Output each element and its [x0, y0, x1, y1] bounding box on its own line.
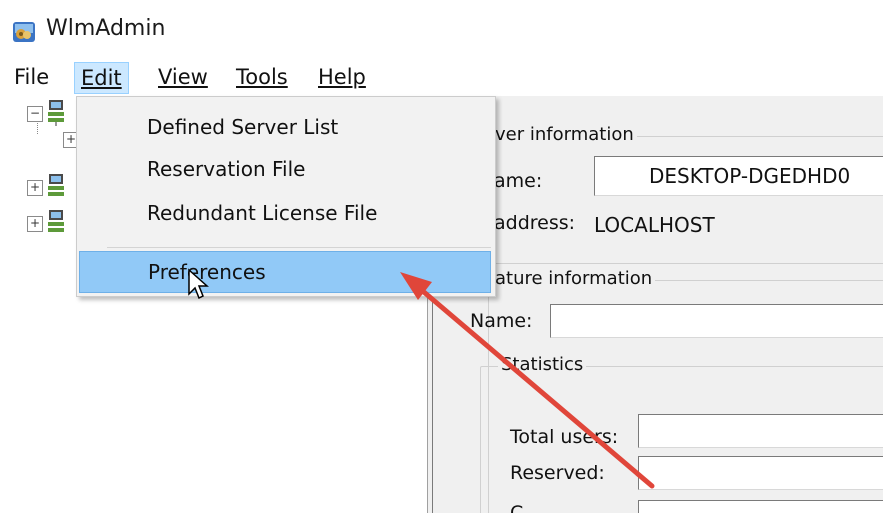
- mouse-pointer-icon: [188, 268, 209, 300]
- menu-item-preferences[interactable]: Preferences: [79, 251, 491, 293]
- menu-tools[interactable]: Tools: [230, 62, 294, 92]
- feature-name-label-text: Name:: [470, 310, 533, 332]
- edit-menu-dropdown: Defined Server List Reservation File Red…: [76, 96, 496, 297]
- server-network-icon[interactable]: [46, 174, 66, 200]
- server-network-icon[interactable]: [46, 100, 66, 126]
- menu-view[interactable]: View: [152, 62, 214, 92]
- tree-expander-expand[interactable]: +: [27, 180, 43, 196]
- server-network-icon[interactable]: [46, 210, 66, 236]
- menu-edit-label: Edit: [81, 66, 122, 90]
- feature-name-field[interactable]: [550, 304, 883, 338]
- menu-item-redundant-license-file[interactable]: Redundant License File: [79, 193, 491, 233]
- menu-help[interactable]: Help: [312, 62, 372, 92]
- menu-item-defined-server-list[interactable]: Defined Server List: [79, 107, 491, 147]
- title-bar: WlmAdmin: [0, 0, 883, 58]
- menu-item-reservation-file[interactable]: Reservation File: [79, 149, 491, 189]
- menu-file[interactable]: File: [8, 62, 55, 92]
- menu-edit[interactable]: Edit: [74, 62, 129, 94]
- reserved-label: Reserved:: [510, 462, 605, 484]
- statistics-next-field[interactable]: [638, 500, 883, 513]
- server-address-label: address:: [494, 212, 576, 234]
- total-users-label: Total users:: [510, 426, 619, 448]
- tree-expander-collapse[interactable]: −: [27, 106, 43, 122]
- server-address-field[interactable]: LOCALHOST: [590, 208, 883, 242]
- server-info-group-label: ver information: [492, 124, 637, 145]
- tree-expander-expand[interactable]: +: [27, 216, 43, 232]
- wlmadmin-app-icon: [13, 22, 35, 42]
- window-title: WlmAdmin: [46, 16, 166, 41]
- server-name-field[interactable]: DESKTOP-DGEDHD0: [594, 156, 883, 196]
- details-frame: ver information ame: DESKTOP-DGEDHD0 add…: [448, 104, 883, 513]
- reserved-field[interactable]: [638, 456, 883, 490]
- menu-bar: File Edit View Tools Help: [0, 58, 883, 96]
- feature-info-group-label: ature information: [492, 268, 656, 289]
- statistics-group-label: Statistics: [498, 354, 587, 375]
- server-name-label: ame:: [494, 170, 543, 192]
- menu-separator: [107, 247, 491, 248]
- statistics-next-label: C...: [510, 502, 542, 513]
- total-users-field[interactable]: [638, 414, 883, 448]
